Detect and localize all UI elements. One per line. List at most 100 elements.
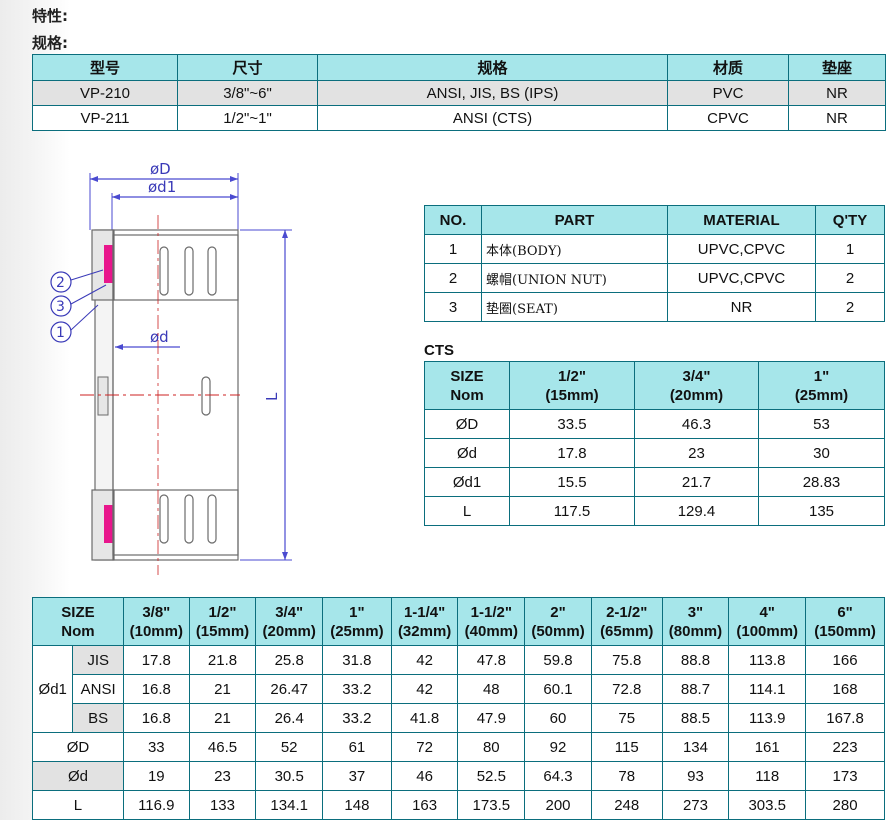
cell: 116.9 [122,790,190,820]
cell: 223 [805,732,885,762]
table-row: 1 本体(BODY) UPVC,CPVC 1 [424,234,885,264]
cell: 21.7 [634,467,759,497]
cell: NR [788,105,886,131]
label-L: L [263,392,281,401]
cell: 47.9 [457,703,526,733]
col-line1: 1-1/2" [470,603,512,621]
row-label: Ød [424,438,510,468]
col-line2: (150mm) [814,622,876,640]
rib [184,494,194,544]
header-col: 1" (25mm) [322,597,392,646]
cell: VP-210 [32,80,178,106]
col-line1: 1/2" [208,603,237,621]
cell: 52 [255,732,324,762]
cell: 135 [758,496,885,526]
header-model: 型号 [32,54,178,81]
header-col: 3/4" (20mm) [255,597,324,646]
table-row: VP-210 3/8"~6" ANSI, JIS, BS (IPS) PVC N… [32,80,886,106]
slot [201,376,211,416]
cell: UPVC,CPVC [667,263,816,293]
rib [159,246,169,296]
rib [184,246,194,296]
header-col: 3" (80mm) [661,597,730,646]
cell: 16.8 [122,674,190,704]
slot [97,376,109,416]
cts-table: SIZE Nom 1/2" (15mm) 3/4" (20mm) 1" (25mm) Ø… [424,361,885,526]
cell: 47.8 [457,645,526,675]
cell: 64.3 [524,761,592,791]
table-row: ØD 33.5 46.3 53 [424,409,885,439]
cell: 26.47 [255,674,324,704]
callout-2-label: 2 [56,275,65,291]
table-row: L 117.5 129.4 135 [424,496,885,526]
cell: 167.8 [805,703,885,733]
union-nut-bottom [112,489,239,561]
size-line2: Nom [61,622,95,640]
cell: 60.1 [524,674,592,704]
valve-drawing: øD ød1 L ød 2 3 1 [50,160,292,575]
size-line2: Nom [450,386,484,404]
cell: 88.8 [661,645,730,675]
col-line1: 2" [550,603,566,621]
cell: 60 [524,703,592,733]
callout-1-label: 1 [56,325,65,341]
cell: 117.5 [509,496,635,526]
col-line2: (32mm) [397,622,452,640]
col-line1: 3/4" [275,603,304,621]
row-label: ØD [32,732,124,762]
cell: 37 [322,761,392,791]
rib [159,494,169,544]
ips-table: SIZE Nom 3/8" (10mm) 1/2" (15mm) 3/4" (20mm)… [31,597,885,820]
cell: 168 [805,674,885,704]
header-seat: 垫座 [788,54,886,81]
table-row: 2 螺帽(UNION NUT) UPVC,CPVC 2 [424,263,885,293]
col-line1: 3" [687,603,704,621]
cell: 21 [188,703,257,733]
header-col: 1/2" (15mm) [188,597,257,646]
cell: 72.8 [590,674,663,704]
col-line2: (100mm) [736,622,799,640]
row-label: L [32,790,124,820]
features-heading: 特性: [32,7,68,25]
table-row: L 116.9 133 134.1 148 163 173.5 200 248 … [32,790,885,820]
arrow [90,176,98,182]
cell: 42 [390,645,459,675]
header-col: 2-1/2" (65mm) [590,597,663,646]
cell: 75.8 [590,645,663,675]
cell: 113.8 [728,645,807,675]
cell: 133 [188,790,257,820]
cts-header-row: SIZE Nom 1/2" (15mm) 3/4" (20mm) 1" (25mm) [424,361,885,410]
cell: 1/2"~1" [177,105,318,131]
arrow [282,230,288,238]
cell: 166 [805,645,885,675]
col-line2: (15mm) [545,386,599,404]
cell: 134.1 [255,790,324,820]
cell: 26.4 [255,703,324,733]
cell: 115 [590,732,663,762]
cell: 72 [390,732,459,762]
table-row: Ød 17.8 23 30 [424,438,885,468]
table-row: BS 16.8 21 26.4 33.2 41.8 47.9 60 75 88.… [33,703,885,733]
cell: 2 [815,292,885,322]
col-line1: 6" [837,603,853,621]
cell: 134 [661,732,730,762]
col-line2: (20mm) [669,386,724,404]
col-line1: 4" [759,603,775,621]
col-line2: (10mm) [129,622,183,640]
cell: 2 [424,263,482,293]
cell: VP-211 [32,105,178,131]
std-label: BS [72,703,124,733]
label-D: øD [150,160,171,178]
cell: 23 [188,761,257,791]
cell: 52.5 [457,761,526,791]
header-col: 6" (150mm) [805,597,885,646]
cell: 148 [322,790,392,820]
cell: PVC [667,80,789,106]
col-line1: 3/4" [682,367,711,385]
parts-table: NO. PART MATERIAL Q'TY 1 本体(BODY) UPVC,C… [424,205,885,322]
spec-header-row: 型号 尺寸 规格 材质 垫座 [32,54,886,81]
ips-header-row: SIZE Nom 3/8" (10mm) 1/2" (15mm) 3/4" (20mm)… [32,597,885,646]
header-no: NO. [424,205,482,235]
cell: 163 [390,790,459,820]
std-label: ANSI [72,674,124,704]
